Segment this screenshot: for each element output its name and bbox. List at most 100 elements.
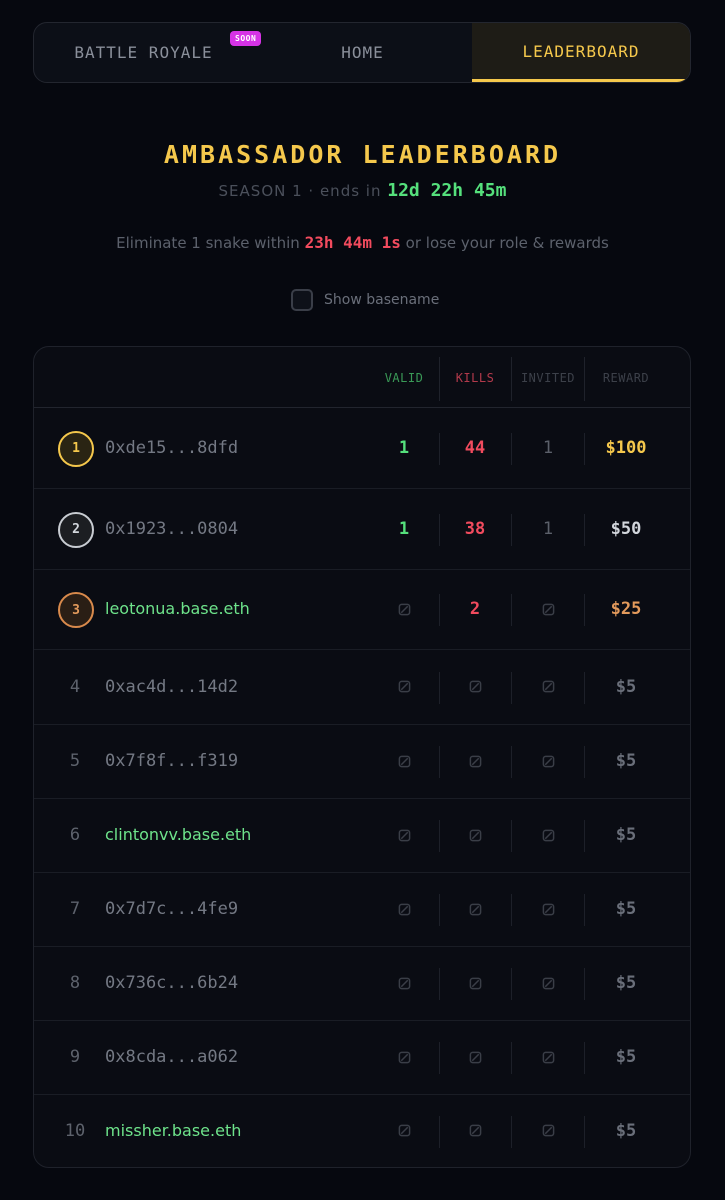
- invited-cell: 1: [542, 437, 554, 458]
- invited-cell: 1: [542, 518, 554, 539]
- kills-cell: [439, 1121, 511, 1141]
- cell-divider: [511, 746, 512, 778]
- tab-home[interactable]: HOME: [253, 23, 472, 82]
- rank-number: 6: [69, 825, 81, 845]
- slashed-square-icon: [398, 1121, 411, 1141]
- slashed-square-icon: [469, 1121, 482, 1141]
- valid-cell: 1: [398, 437, 410, 458]
- player-basename[interactable]: clintonvv.base.eth: [105, 825, 251, 844]
- cell-divider: [511, 968, 512, 1000]
- cell-divider: [439, 820, 440, 852]
- tab-leaderboard-label: LEADERBOARD: [522, 41, 640, 61]
- warning-suffix: or lose your role & rewards: [400, 234, 609, 252]
- player-address[interactable]: 0x8cda...a062: [105, 1047, 238, 1067]
- cell-divider: [439, 1042, 440, 1074]
- cell-divider: [439, 746, 440, 778]
- reward-cell: $5: [615, 825, 637, 845]
- player-address[interactable]: 0x7d7c...4fe9: [105, 899, 238, 919]
- cell-divider: [584, 820, 585, 852]
- table-row[interactable]: 8 0x736c...6b24 $5: [34, 947, 690, 1021]
- rank-number: 8: [69, 973, 81, 993]
- player-basename[interactable]: leotonua.base.eth: [105, 599, 250, 618]
- show-basename-checkbox[interactable]: [291, 289, 313, 311]
- slashed-square-icon: [542, 677, 555, 697]
- cell-divider: [439, 1115, 440, 1148]
- cell-divider: [439, 432, 440, 465]
- invited-cell: [512, 1121, 584, 1141]
- cell-divider: [584, 432, 585, 465]
- cell-divider: [439, 671, 440, 704]
- cell-divider: [584, 968, 585, 1000]
- column-kills: KILLS: [455, 371, 495, 385]
- slashed-square-icon: [542, 751, 555, 771]
- slashed-square-icon: [542, 973, 555, 993]
- table-row[interactable]: 10 missher.base.eth $5: [34, 1095, 690, 1167]
- table-row[interactable]: 9 0x8cda...a062 $5: [34, 1021, 690, 1095]
- tab-battle-royale[interactable]: BATTLE ROYALE SOON: [34, 23, 262, 82]
- season-prefix: SEASON 1 · ends in: [218, 182, 388, 200]
- tab-leaderboard[interactable]: LEADERBOARD: [472, 23, 690, 82]
- header-divider: [439, 357, 440, 401]
- kills-cell: 38: [464, 518, 486, 539]
- kills-cell: [439, 1047, 511, 1067]
- reward-cell: $5: [615, 676, 637, 697]
- slashed-square-icon: [469, 825, 482, 845]
- kills-cell: [439, 973, 511, 993]
- player-basename[interactable]: missher.base.eth: [105, 1121, 241, 1140]
- slashed-square-icon: [398, 899, 411, 919]
- player-address[interactable]: 0xac4d...14d2: [105, 677, 238, 697]
- table-row[interactable]: 3 leotonua.base.eth 2 $25: [34, 570, 690, 650]
- table-row[interactable]: 1 0xde15...8dfd 1 44 1 $100: [34, 408, 690, 489]
- slashed-square-icon: [398, 973, 411, 993]
- rank-number: 5: [69, 751, 81, 771]
- column-reward: REWARD: [602, 371, 650, 385]
- valid-cell: [369, 599, 439, 619]
- kills-cell: 2: [469, 599, 481, 619]
- season-info: SEASON 1 · ends in 12d 22h 45m: [0, 180, 725, 201]
- player-address[interactable]: 0xde15...8dfd: [105, 438, 238, 458]
- kills-cell: [439, 899, 511, 919]
- player-address[interactable]: 0x7f8f...f319: [105, 751, 238, 771]
- table-row[interactable]: 2 0x1923...0804 1 38 1 $50: [34, 489, 690, 570]
- cell-divider: [511, 432, 512, 465]
- column-invited: INVITED: [520, 371, 576, 385]
- invited-cell: [512, 825, 584, 845]
- player-address[interactable]: 0x736c...6b24: [105, 973, 238, 993]
- valid-cell: [369, 973, 439, 993]
- reward-cell: $5: [615, 1047, 637, 1067]
- slashed-square-icon: [542, 825, 555, 845]
- show-basename-toggle[interactable]: Show basename: [291, 289, 439, 311]
- valid-cell: [369, 1121, 439, 1141]
- cell-divider: [511, 671, 512, 704]
- valid-cell: [369, 677, 439, 697]
- valid-cell: 1: [398, 518, 410, 539]
- cell-divider: [439, 594, 440, 626]
- cell-divider: [584, 1115, 585, 1148]
- invited-cell: [512, 973, 584, 993]
- slashed-square-icon: [398, 751, 411, 771]
- kills-cell: [439, 751, 511, 771]
- slashed-square-icon: [398, 1047, 411, 1067]
- rank-number: 7: [69, 899, 81, 919]
- slashed-square-icon: [469, 751, 482, 771]
- table-row[interactable]: 6 clintonvv.base.eth $5: [34, 799, 690, 873]
- cell-divider: [584, 894, 585, 926]
- rank-number: 4: [69, 676, 81, 697]
- valid-cell: [369, 1047, 439, 1067]
- table-row[interactable]: 4 0xac4d...14d2 $5: [34, 650, 690, 725]
- rank-medal: 2: [58, 511, 94, 548]
- reward-cell: $5: [615, 899, 637, 919]
- rank-number: 10: [64, 1120, 86, 1141]
- page-title: AMBASSADOR LEADERBOARD: [163, 140, 562, 169]
- reward-cell: $100: [605, 437, 647, 458]
- kills-cell: [439, 825, 511, 845]
- slashed-square-icon: [398, 599, 411, 619]
- header-divider: [511, 357, 512, 401]
- player-address[interactable]: 0x1923...0804: [105, 519, 238, 539]
- kills-cell: 44: [464, 437, 486, 458]
- cell-divider: [584, 746, 585, 778]
- table-row[interactable]: 7 0x7d7c...4fe9 $5: [34, 873, 690, 947]
- warning-timer: 23h 44m 1s: [304, 233, 401, 252]
- table-row[interactable]: 5 0x7f8f...f319 $5: [34, 725, 690, 799]
- invited-cell: [512, 1047, 584, 1067]
